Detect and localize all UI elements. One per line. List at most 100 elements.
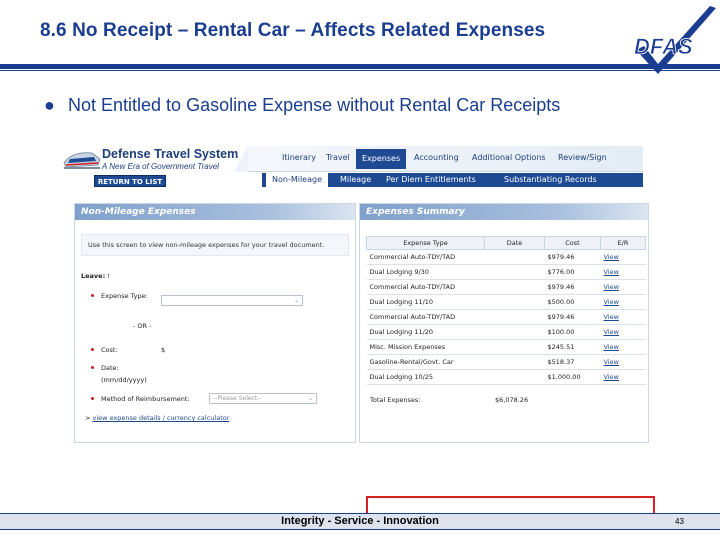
table-row: Dual Lodging 10/25 $1,000.00 View: [366, 369, 646, 385]
return-to-list-button[interactable]: RETURN TO LIST: [94, 175, 166, 187]
row-type: Gasoline-Rental/Govt. Car: [366, 354, 485, 370]
table-row: Commercial Auto-TDY/TAD $979.46 View: [366, 279, 646, 295]
tab-review-sign[interactable]: Review/Sign: [558, 153, 607, 162]
tab-accounting[interactable]: Accounting: [414, 153, 459, 162]
row-type: Dual Lodging 11/10: [366, 294, 485, 310]
view-link[interactable]: View: [600, 354, 646, 370]
expenses-summary-panel: Expenses Summary Expense Type Date Cost …: [359, 203, 649, 443]
row-date: [484, 249, 545, 265]
row-cost: $500.00: [544, 294, 601, 310]
required-indicator: [91, 348, 94, 351]
row-date: [484, 354, 545, 370]
method-select[interactable]: --Please Select-- ⌄: [209, 393, 317, 404]
table-row: Dual Lodging 9/30 $776.00 View: [366, 264, 646, 280]
subtab-per-diem[interactable]: Per Diem Entitlements: [386, 175, 476, 184]
link-marker-icon: >: [85, 414, 91, 422]
view-link[interactable]: View: [600, 249, 646, 265]
view-link[interactable]: View: [600, 264, 646, 280]
col-date: Date: [484, 236, 545, 250]
row-cost: $1,000.00: [544, 369, 601, 385]
table-row: Commercial Auto-TDY/TAD $979.46 View: [366, 249, 646, 265]
row-date: [484, 264, 545, 280]
view-link[interactable]: View: [600, 294, 646, 310]
non-mileage-panel: Non-Mileage Expenses Use this screen to …: [74, 203, 356, 443]
row-cost: $776.00: [544, 264, 601, 280]
dts-app-name: Defense Travel System: [102, 147, 239, 161]
row-date: [484, 369, 545, 385]
date-label: Date:: [101, 364, 119, 372]
total-expenses-label: Total Expenses:: [370, 396, 421, 404]
required-indicator: [91, 366, 94, 369]
expenses-table: Expense Type Date Cost E/R Commercial Au…: [366, 236, 646, 385]
row-type: Commercial Auto-TDY/TAD: [366, 279, 485, 295]
cost-input[interactable]: $: [161, 346, 165, 354]
title-rule: [0, 64, 720, 69]
chevron-down-icon: ⌄: [293, 297, 299, 304]
expense-type-label: Expense Type:: [101, 292, 148, 300]
or-label: - OR -: [133, 322, 152, 330]
row-type: Dual Lodging 9/30: [366, 264, 485, 280]
dts-train-icon: [63, 152, 101, 169]
dfas-logo-text: DFAS: [634, 34, 693, 59]
total-expenses-value: $6,078.26: [495, 396, 529, 404]
row-type: Commercial Auto-TDY/TAD: [366, 249, 485, 265]
row-cost: $518.37: [544, 354, 601, 370]
required-indicator: [91, 294, 94, 297]
row-date: [484, 309, 545, 325]
table-row: Commercial Auto-TDY/TAD $979.46 View: [366, 309, 646, 325]
subtab-non-mileage[interactable]: Non-Mileage: [266, 173, 329, 187]
leave-value: !: [107, 272, 110, 280]
leave-label: Leave:: [81, 272, 106, 280]
view-link[interactable]: View: [600, 339, 646, 355]
slide-title: 8.6 No Receipt – Rental Car – Affects Re…: [40, 20, 546, 41]
table-row: Misc. Mission Expenses $245.51 View: [366, 339, 646, 355]
row-date: [484, 324, 545, 340]
dfas-logo: DFAS: [634, 6, 716, 74]
bullet-dot: ●: [44, 95, 55, 115]
col-cost: Cost: [544, 236, 601, 250]
expenses-summary-header: Expenses Summary: [360, 204, 648, 220]
row-cost: $245.51: [544, 339, 601, 355]
top-nav: Itinerary Travel Expenses Accounting Add…: [234, 146, 643, 172]
required-indicator: [91, 397, 94, 400]
footer-text: Integrity - Service - Innovation: [281, 515, 439, 527]
bullet-text: Not Entitled to Gasoline Expense without…: [68, 95, 561, 115]
view-link[interactable]: View: [600, 309, 646, 325]
date-format-hint: (mm/dd/yyyy): [101, 376, 147, 384]
title-rule-thin: [0, 70, 720, 71]
row-cost: $979.46: [544, 249, 601, 265]
col-er: E/R: [600, 236, 646, 250]
view-link[interactable]: View: [600, 369, 646, 385]
subtab-mileage[interactable]: Mileage: [340, 175, 371, 184]
dts-screenshot: Defense Travel System A New Era of Gover…: [62, 143, 655, 516]
method-label: Method of Reimbursement:: [101, 395, 190, 403]
row-date: [484, 339, 545, 355]
row-type: Dual Lodging 11/20: [366, 324, 485, 340]
expense-type-select[interactable]: ⌄: [161, 295, 303, 306]
row-cost: $979.46: [544, 309, 601, 325]
method-select-value: --Please Select--: [213, 395, 262, 402]
row-type: Commercial Auto-TDY/TAD: [366, 309, 485, 325]
col-expense-type: Expense Type: [366, 236, 485, 250]
table-row: Dual Lodging 11/10 $500.00 View: [366, 294, 646, 310]
table-row: Dual Lodging 11/20 $100.00 View: [366, 324, 646, 340]
table-row-highlighted: Gasoline-Rental/Govt. Car $518.37 View: [366, 354, 646, 370]
tab-additional-options[interactable]: Additional Options: [472, 153, 546, 162]
tab-expenses[interactable]: Expenses: [356, 149, 407, 169]
view-link[interactable]: View: [600, 279, 646, 295]
row-cost: $979.46: [544, 279, 601, 295]
cost-label: Cost:: [101, 346, 118, 354]
tab-itinerary[interactable]: Itinerary: [282, 153, 316, 162]
non-mileage-info: Use this screen to view non-mileage expe…: [81, 234, 349, 256]
row-date: [484, 294, 545, 310]
expense-details-link[interactable]: view expense details / currency calculat…: [93, 414, 230, 422]
row-date: [484, 279, 545, 295]
tab-travel[interactable]: Travel: [326, 153, 350, 162]
row-type: Dual Lodging 10/25: [366, 369, 485, 385]
non-mileage-header: Non-Mileage Expenses: [75, 204, 355, 220]
view-link[interactable]: View: [600, 324, 646, 340]
chevron-down-icon: ⌄: [307, 395, 313, 402]
subtab-substantiating-records[interactable]: Substantiating Records: [504, 175, 597, 184]
row-cost: $100.00: [544, 324, 601, 340]
row-type: Misc. Mission Expenses: [366, 339, 485, 355]
